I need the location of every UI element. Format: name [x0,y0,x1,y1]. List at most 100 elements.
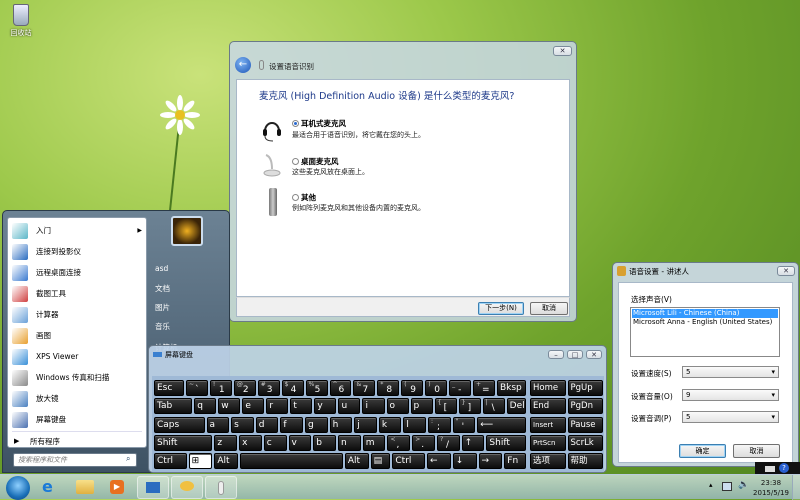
key[interactable]: {[ [434,398,457,415]
key[interactable]: h [329,416,353,433]
key[interactable] [240,453,343,470]
key[interactable]: Del [506,398,526,415]
key[interactable]: ! 1 [209,380,232,396]
key[interactable]: n [338,434,361,451]
key[interactable]: b [313,434,336,451]
key[interactable]: t [290,398,313,415]
key[interactable]: ~ ` [185,380,208,396]
key[interactable]: Alt [344,453,369,470]
key[interactable]: :; [428,416,451,433]
key[interactable]: Home [530,380,566,396]
ok-button[interactable]: 确定 [679,444,726,458]
key[interactable]: s [231,416,254,433]
speed-select[interactable]: 5 [682,366,779,378]
key[interactable]: ScrLk [567,434,603,451]
key[interactable]: x [239,434,262,451]
key[interactable]: o [386,398,409,415]
radio-headset[interactable] [292,120,299,127]
next-button[interactable]: 下一步(N) [478,302,524,315]
start-menu-place[interactable]: 图片 [155,302,170,313]
volume-select[interactable]: 9 [682,389,779,401]
start-menu-item[interactable]: 放大镜 [12,389,142,408]
key[interactable]: Caps [154,416,205,433]
clock[interactable]: 23:38 2015/5/19 [752,478,790,498]
all-programs[interactable]: 所有程序 [30,436,60,447]
key[interactable]: Esc [154,380,184,396]
taskbar-narrator-button[interactable] [171,476,203,499]
start-menu-item[interactable]: 计算器 [12,305,142,324]
key[interactable]: ← [427,453,451,470]
key[interactable]: i [362,398,385,415]
close-button[interactable]: ✕ [777,266,795,276]
close-button[interactable]: ✕ [553,46,572,56]
key[interactable]: | \ [482,398,505,415]
start-menu-item[interactable]: 入门 ▶ [12,221,142,240]
start-menu-item[interactable]: Windows 传真和扫描 [12,368,142,387]
key[interactable]: }] [458,398,481,415]
key[interactable]: PrtScn [530,434,566,451]
start-menu-item[interactable]: XPS Viewer [12,347,142,366]
key[interactable]: @2 [233,380,256,396]
key[interactable]: + = [473,380,495,396]
volume-icon[interactable]: 🔈 [738,480,749,490]
key[interactable]: l [403,416,427,433]
voice-option[interactable]: Microsoft Anna - English (United States) [633,318,772,327]
key[interactable]: ? / [436,434,460,451]
key[interactable]: 帮助 [567,453,603,470]
key[interactable]: ) 0 [425,380,448,396]
key[interactable]: Shift [486,434,526,451]
voice-listbox[interactable]: Microsoft Lili - Chinese (China) Microso… [630,307,780,357]
taskbar-projector-button[interactable] [137,476,169,499]
key[interactable]: End [530,398,566,415]
network-icon[interactable] [722,482,732,491]
key[interactable]: r [266,398,289,415]
key[interactable]: * 8 [377,380,400,396]
user-avatar[interactable] [171,216,203,246]
key[interactable]: v [288,434,312,451]
key[interactable]: p [410,398,433,415]
key[interactable]: f [280,416,303,433]
key[interactable]: _ - [449,380,472,396]
key[interactable]: " ' [452,416,476,433]
start-button[interactable] [6,476,30,500]
media-player-icon[interactable]: ▶ [110,480,124,494]
key[interactable]: Fn [504,453,527,470]
key[interactable]: m [362,434,386,451]
internet-explorer-icon[interactable]: e [42,479,58,495]
key[interactable]: ⊞ [188,453,213,470]
search-input[interactable]: 搜索程序和文件 [13,453,137,467]
minimize-button[interactable]: – [548,350,564,359]
key[interactable]: 选项 [530,453,566,470]
keyboard-tray-icon[interactable] [765,466,775,472]
radio-other[interactable] [292,194,299,201]
cancel-button[interactable]: 取消 [733,444,780,458]
close-button[interactable]: ✕ [586,350,602,359]
key[interactable]: PgUp [567,380,603,396]
file-explorer-icon[interactable] [76,480,94,494]
key[interactable]: $4 [281,380,304,396]
key[interactable]: a [206,416,230,433]
key[interactable]: & 7 [353,380,376,396]
key[interactable]: Tab [154,398,193,415]
key[interactable]: <, [387,434,411,451]
key[interactable]: (9 [401,380,424,396]
key[interactable]: → [478,453,503,470]
key[interactable]: ↓ [452,453,477,470]
start-menu-place[interactable]: 文档 [155,283,170,294]
key[interactable]: ▤ [370,453,391,470]
start-menu-item[interactable]: 截图工具 [12,284,142,303]
key[interactable]: #3 [257,380,280,396]
key[interactable]: q [194,398,217,415]
key[interactable]: ↑ [461,434,485,451]
key[interactable]: u [338,398,361,415]
key[interactable]: PgDn [567,398,603,415]
key[interactable]: z [214,434,238,451]
start-menu-item[interactable]: 远程桌面连接 [12,263,142,282]
key[interactable]: >. [412,434,435,451]
start-menu-item[interactable]: 画图 [12,326,142,345]
key[interactable]: y [314,398,337,415]
recycle-bin[interactable]: 回收站 [4,4,38,38]
key[interactable]: Ctrl [154,453,187,470]
back-button[interactable]: ← [235,57,251,73]
key[interactable]: Shift [154,434,213,451]
